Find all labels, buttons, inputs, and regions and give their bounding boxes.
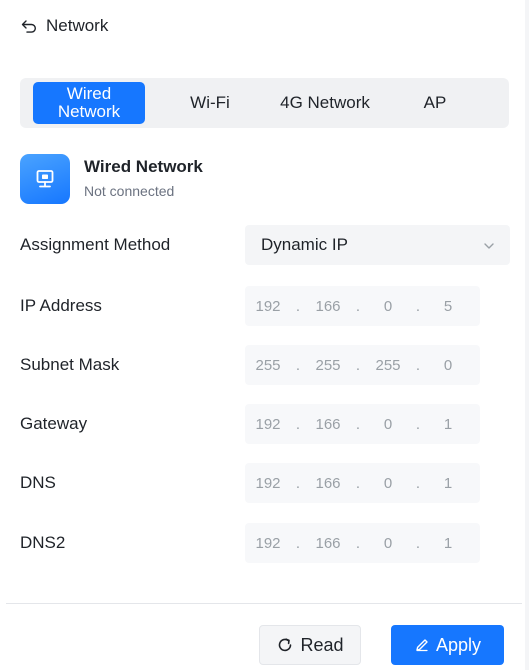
- gateway-label: Gateway: [20, 414, 88, 433]
- network-title: Wired Network: [84, 157, 203, 176]
- read-button[interactable]: Read: [259, 625, 361, 665]
- tab-wired-label-line2: Network: [57, 102, 121, 121]
- octet-separator: .: [295, 415, 301, 433]
- dns2-label: DNS2: [20, 533, 66, 552]
- tab-wifi[interactable]: Wi-Fi: [170, 82, 250, 124]
- octet[interactable]: 166: [305, 535, 351, 552]
- dns-field[interactable]: 192. 166. 0. 1: [245, 463, 480, 503]
- octet[interactable]: 5: [425, 298, 471, 315]
- footer-divider: [6, 603, 522, 604]
- octet[interactable]: 0: [365, 416, 411, 433]
- assignment-method-label: Assignment Method: [20, 235, 171, 254]
- ip-address-label: IP Address: [20, 296, 102, 315]
- refresh-icon: [276, 636, 294, 654]
- octet-separator: .: [355, 356, 361, 374]
- scrollbar-track[interactable]: [525, 0, 529, 670]
- octet[interactable]: 1: [425, 475, 471, 492]
- octet[interactable]: 1: [425, 535, 471, 552]
- page-title: Network: [46, 16, 109, 35]
- octet-separator: .: [415, 415, 421, 433]
- dns2-field[interactable]: 192. 166. 0. 1: [245, 523, 480, 563]
- pencil-icon: [414, 637, 430, 653]
- octet-separator: .: [415, 474, 421, 492]
- apply-button-label: Apply: [435, 634, 482, 655]
- octet[interactable]: 255: [305, 357, 351, 374]
- octet-separator: .: [295, 297, 301, 315]
- octet[interactable]: 166: [305, 475, 351, 492]
- tab-wired-label-line1: Wired: [66, 84, 112, 104]
- octet[interactable]: 1: [425, 416, 471, 433]
- read-button-label: Read: [300, 634, 344, 655]
- wired-network-icon: [20, 154, 70, 204]
- octet-separator: .: [295, 356, 301, 374]
- octet-separator: .: [355, 415, 361, 433]
- octet-separator: .: [355, 474, 361, 492]
- tab-ap[interactable]: AP: [400, 82, 470, 124]
- back-button[interactable]: Network: [20, 14, 108, 38]
- tab-4g-label: 4G Network: [280, 93, 370, 112]
- tab-ap-label: AP: [423, 93, 447, 112]
- tab-wired-network[interactable]: Wired Network: [33, 82, 145, 124]
- tab-4g-network[interactable]: 4G Network: [260, 82, 390, 124]
- octet[interactable]: 192: [245, 416, 291, 433]
- tab-wifi-label: Wi-Fi: [190, 93, 230, 112]
- octet[interactable]: 192: [245, 298, 291, 315]
- ip-address-field[interactable]: 192. 166. 0. 5: [245, 286, 480, 326]
- assignment-method-value: Dynamic IP: [261, 235, 348, 254]
- octet-separator: .: [415, 534, 421, 552]
- network-tabs: Wired Network Wi-Fi 4G Network AP: [20, 78, 509, 128]
- octet[interactable]: 166: [305, 416, 351, 433]
- octet-separator: .: [295, 534, 301, 552]
- octet[interactable]: 255: [245, 357, 291, 374]
- subnet-mask-field[interactable]: 255. 255. 255. 0: [245, 345, 480, 385]
- octet[interactable]: 192: [245, 475, 291, 492]
- subnet-mask-label: Subnet Mask: [20, 355, 120, 374]
- dns-label: DNS: [20, 473, 56, 492]
- octet-separator: .: [355, 534, 361, 552]
- octet-separator: .: [295, 474, 301, 492]
- octet-separator: .: [415, 356, 421, 374]
- octet[interactable]: 166: [305, 298, 351, 315]
- octet[interactable]: 255: [365, 357, 411, 374]
- octet[interactable]: 0: [365, 475, 411, 492]
- octet[interactable]: 0: [365, 535, 411, 552]
- network-status: Not connected: [84, 183, 175, 199]
- assignment-method-select[interactable]: Dynamic IP: [245, 225, 510, 265]
- back-arrow-icon: [20, 17, 38, 35]
- apply-button[interactable]: Apply: [391, 625, 504, 665]
- octet[interactable]: 192: [245, 535, 291, 552]
- gateway-field[interactable]: 192. 166. 0. 1: [245, 404, 480, 444]
- chevron-down-icon: [482, 238, 496, 252]
- octet-separator: .: [415, 297, 421, 315]
- network-status-card: Wired Network Not connected: [20, 154, 203, 206]
- octet[interactable]: 0: [425, 357, 471, 374]
- octet-separator: .: [355, 297, 361, 315]
- octet[interactable]: 0: [365, 298, 411, 315]
